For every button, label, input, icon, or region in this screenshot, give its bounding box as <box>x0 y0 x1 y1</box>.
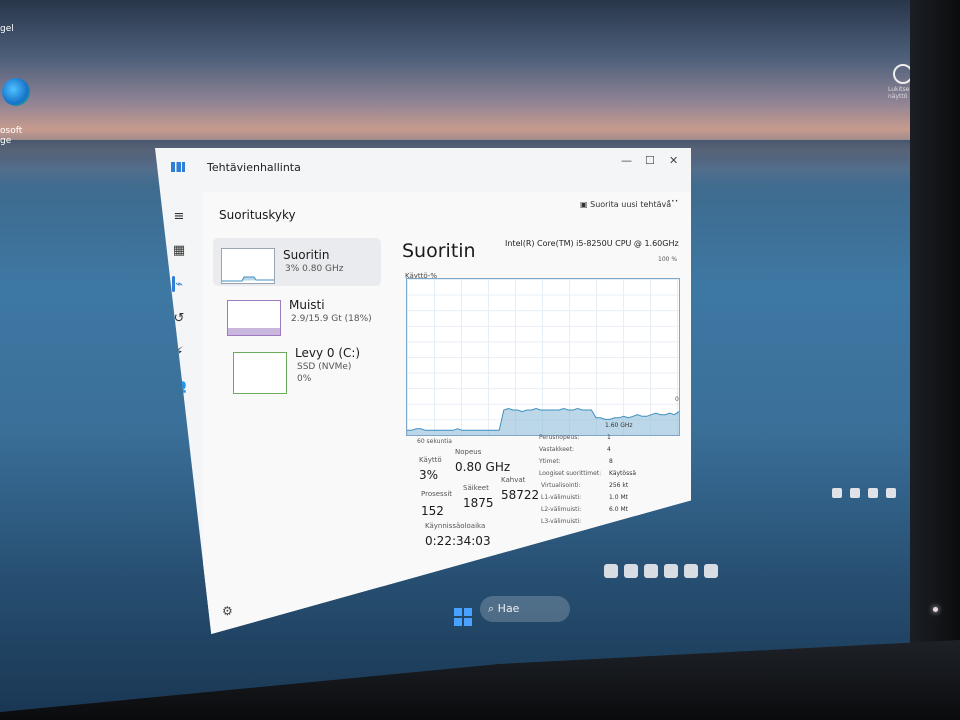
spec-value: 1 <box>607 434 611 441</box>
disk-thumbnail <box>233 352 287 394</box>
processes-label: Prosessit <box>421 490 453 498</box>
taskbar-app-icon[interactable] <box>684 564 698 578</box>
spec-label: Virtualisointi: <box>541 482 581 489</box>
usage-value: 3% <box>419 468 439 482</box>
spec-value: 1.0 Mt <box>609 494 628 501</box>
spec-label: Perusnopeus: <box>539 434 580 441</box>
cpu-usage-graph <box>406 278 680 436</box>
memory-thumbnail <box>227 300 281 336</box>
cpu-model: Intel(R) Core(TM) i5-8250U CPU @ 1.60GHz <box>505 239 679 248</box>
taskbar-app-icon[interactable] <box>704 564 718 578</box>
spec-value: Käytössä <box>609 470 637 477</box>
desktop-icon-label: osoft ge <box>0 126 23 146</box>
spec-label: L3-välimuisti: <box>541 518 582 525</box>
handles-value: 58722 <box>501 488 540 502</box>
run-new-task-button[interactable]: ▣ Suorita uusi tehtävä <box>580 200 671 209</box>
perf-item-cpu[interactable]: Suoritin 3% 0.80 GHz <box>213 238 381 286</box>
nav-active-indicator <box>172 276 175 292</box>
spec-value: 4 <box>607 446 611 453</box>
taskbar-search-placeholder: Hae <box>497 602 520 615</box>
tray-icon[interactable] <box>886 488 896 498</box>
cpu-usage-svg <box>407 407 679 435</box>
perf-item-name: Levy 0 (C:) <box>295 346 361 360</box>
min-axis-label: 0 <box>675 396 679 403</box>
spec-value: 8 <box>609 458 613 465</box>
taskbar-search-box[interactable]: ⌕ Hae <box>480 596 570 622</box>
perf-item-sub: SSD (NVMe) <box>297 362 352 372</box>
spec-value: 256 kt <box>609 482 629 489</box>
spec-label: L1-välimuisti: <box>541 494 582 501</box>
maximize-button[interactable]: ☐ <box>645 154 655 167</box>
uptime-value: 0:22:34:03 <box>425 534 491 548</box>
window-title: Tehtävienhallinta <box>207 161 301 174</box>
cpu-usage-area <box>407 408 679 435</box>
desktop-label: gel <box>0 24 14 34</box>
tray-icon[interactable] <box>868 488 878 498</box>
threads-label: Säikeet <box>463 484 489 492</box>
power-led <box>933 607 938 612</box>
hamburger-menu-icon[interactable]: ≡ <box>169 208 189 226</box>
settings-icon[interactable]: ⚙ <box>222 604 233 618</box>
run-new-task-label: Suorita uusi tehtävä <box>590 200 672 209</box>
system-tray[interactable] <box>832 488 912 504</box>
page-title: Suorituskyky <box>219 208 296 222</box>
taskbar-app-icon[interactable] <box>644 564 658 578</box>
time-axis-label: 60 sekuntia <box>417 438 452 445</box>
taskbar-app-icon[interactable] <box>664 564 678 578</box>
task-manager-icon <box>171 162 185 172</box>
uptime-label: Käynnissäoloaika <box>425 522 486 530</box>
usage-label: Käyttö <box>419 456 442 464</box>
processes-value: 152 <box>421 504 444 518</box>
taskbar-app-icon[interactable] <box>604 564 618 578</box>
spec-label: Loogiset suorittimet: <box>539 470 602 477</box>
perf-item-name: Suoritin <box>283 248 330 262</box>
spec-label: Ytimet: <box>539 458 561 465</box>
tray-icon[interactable] <box>850 488 860 498</box>
monitor-bezel <box>910 0 960 720</box>
processes-icon[interactable]: ▦ <box>169 242 189 260</box>
cpu-thumbnail-graph <box>222 276 274 282</box>
max-axis-label: 100 % <box>658 256 678 263</box>
cpu-title: Suoritin <box>402 240 476 262</box>
title-bar[interactable]: Tehtävienhallinta — ☐ ✕ <box>155 148 691 188</box>
minimize-button[interactable]: — <box>621 154 632 167</box>
close-button[interactable]: ✕ <box>669 154 678 167</box>
lock-screen-label: Lukitse näyttö <box>888 86 910 100</box>
spec-value: 1.60 GHz <box>605 422 633 429</box>
speed-label: Nopeus <box>455 448 482 456</box>
tray-icon[interactable] <box>832 488 842 498</box>
edge-icon <box>2 78 30 106</box>
handles-label: Kahvat <box>501 476 526 484</box>
memory-thumbnail-fill <box>228 327 280 335</box>
threads-value: 1875 <box>463 496 494 510</box>
spec-label: L2-välimuisti: <box>541 506 582 513</box>
taskbar-app-icons[interactable] <box>604 564 734 586</box>
perf-item-memory[interactable]: Muisti 2.9/15.9 Gt (18%) <box>217 292 385 340</box>
taskbar-app-icon[interactable] <box>624 564 638 578</box>
perf-item-sub: 3% 0.80 GHz <box>285 264 344 274</box>
perf-item-sub2: 0% <box>297 374 312 384</box>
perf-item-sub: 2.9/15.9 Gt (18%) <box>291 314 372 324</box>
spec-label: Vastakkeet: <box>539 446 574 453</box>
desktop-edge-shortcut[interactable]: osoft ge <box>0 78 40 146</box>
spec-value: 6.0 Mt <box>609 506 628 513</box>
more-options-button[interactable]: ··· <box>667 194 678 208</box>
start-button[interactable] <box>454 608 472 626</box>
cpu-thumbnail <box>221 248 275 284</box>
speed-value: 0.80 GHz <box>455 460 511 474</box>
perf-item-name: Muisti <box>289 298 325 312</box>
perf-item-disk[interactable]: Levy 0 (C:) SSD (NVMe) 0% <box>221 344 389 400</box>
